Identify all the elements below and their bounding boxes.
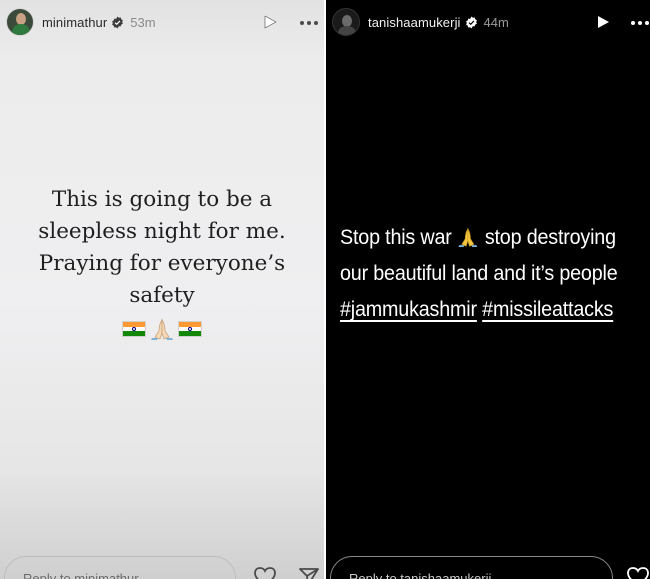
username[interactable]: tanishaamukerji [368, 15, 461, 30]
play-icon[interactable] [263, 15, 277, 29]
more-icon[interactable] [300, 21, 318, 25]
india-flag-icon [122, 321, 146, 337]
verified-icon [465, 16, 478, 29]
story-text-line: Stop this war stop destroying [340, 220, 631, 256]
story-text-line: Praying for everyone’s [38, 251, 286, 276]
avatar[interactable] [6, 8, 34, 36]
emoji-row [0, 318, 324, 340]
story-text: Stop this war stop destroying our beauti… [340, 220, 631, 328]
story-text-line: safety [129, 283, 195, 308]
story-text-segment: Stop this war [340, 226, 452, 249]
story-panel-minimathur[interactable]: minimathur 53m This is going to be a sle… [0, 0, 324, 579]
hashtag-line: #jammukashmir #missileattacks [340, 292, 631, 328]
post-time: 53m [130, 14, 156, 30]
send-icon[interactable] [298, 566, 320, 579]
story-text: This is going to be a sleepless night fo… [0, 184, 324, 312]
story-panel-tanishaamukerji[interactable]: tanishaamukerji 44m Stop this war stop d… [326, 0, 650, 579]
more-icon[interactable] [631, 21, 649, 25]
verified-icon [111, 16, 124, 29]
story-text-segment: stop destroying [484, 226, 616, 249]
folded-hands-icon [458, 227, 478, 247]
india-flag-icon [178, 321, 202, 337]
reply-input[interactable]: Reply to minimathur... [4, 556, 236, 579]
heart-icon[interactable] [253, 566, 277, 579]
heart-icon[interactable] [626, 566, 650, 579]
post-time: 44m [483, 14, 509, 30]
username[interactable]: minimathur [42, 15, 107, 30]
avatar[interactable] [332, 8, 360, 36]
story-text-line: our beautiful land and it’s people [340, 262, 618, 285]
folded-hands-icon [151, 318, 173, 340]
reply-input[interactable]: Reply to tanishaamukerji... [330, 556, 613, 579]
story-text-line: sleepless night for me. [38, 219, 286, 244]
play-icon[interactable] [596, 15, 610, 29]
hashtag-link[interactable]: #missileattacks [482, 298, 613, 321]
story-text-line: This is going to be a [51, 187, 273, 212]
hashtag-link[interactable]: #jammukashmir [340, 298, 477, 321]
